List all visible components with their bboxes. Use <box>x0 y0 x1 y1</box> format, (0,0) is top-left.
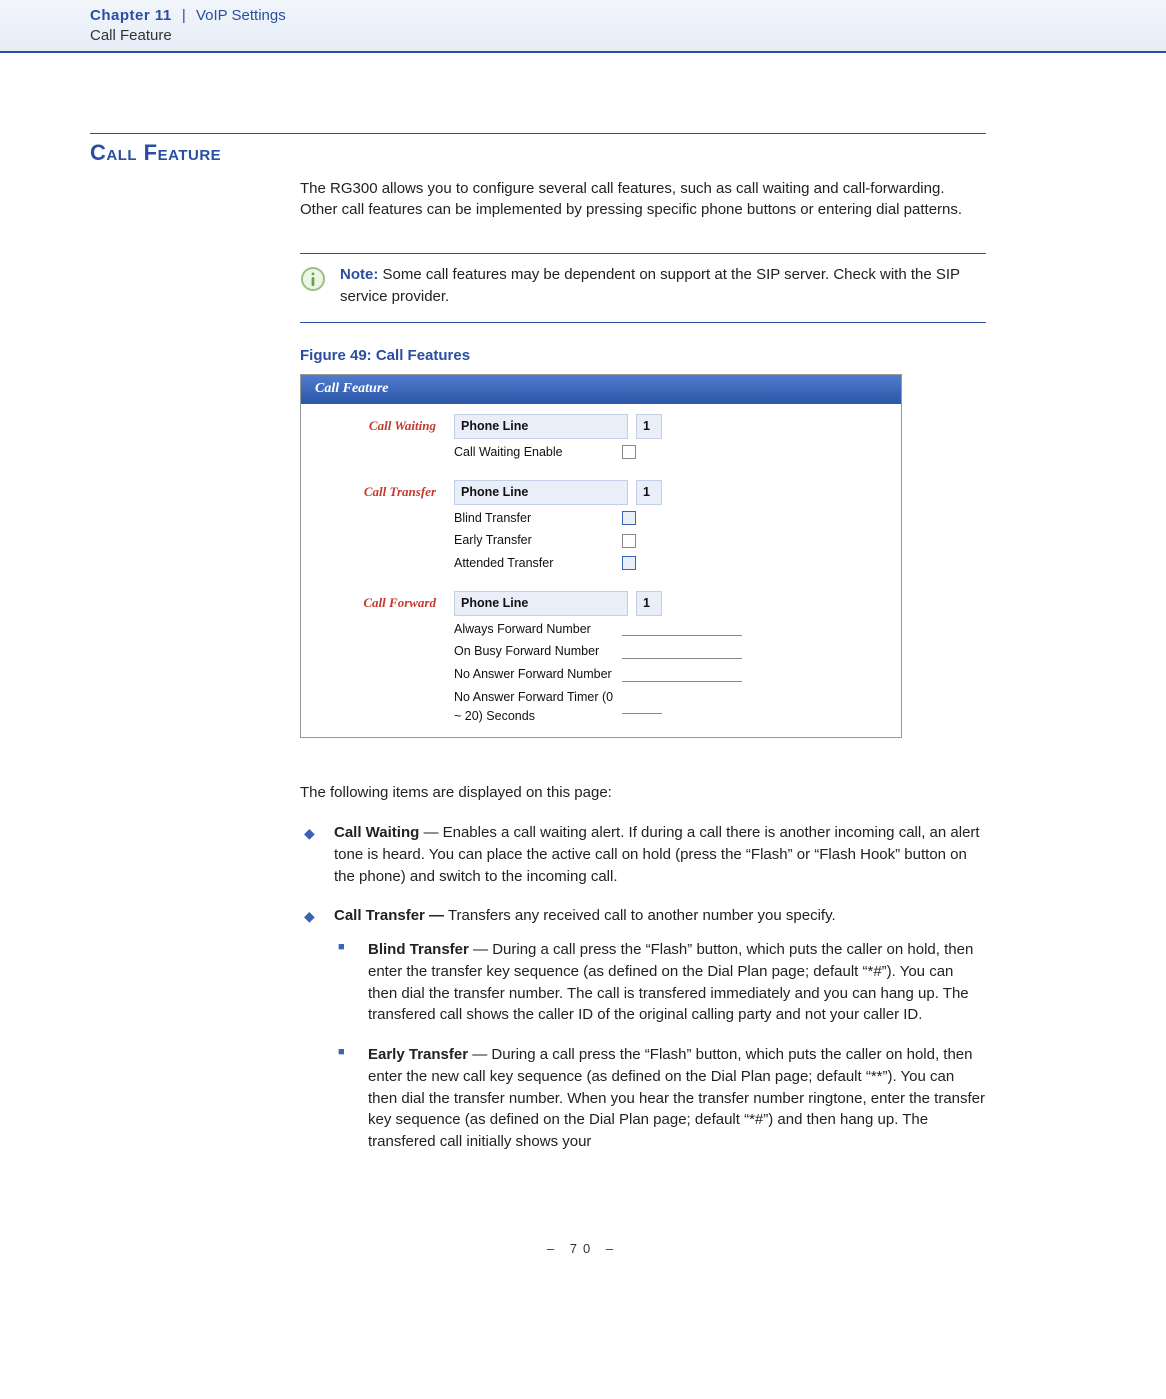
note-label: Note: <box>340 266 378 283</box>
figure-screenshot: Call Feature Call Waiting Phone Line 1 C… <box>300 374 902 738</box>
intro-paragraph: The RG300 allows you to configure severa… <box>300 178 986 222</box>
note-text: Note: Some call features may be dependen… <box>340 264 986 308</box>
info-icon <box>300 266 326 308</box>
separator: | <box>182 7 186 24</box>
page-number: – 70 – <box>0 1211 1166 1286</box>
feature-list: Call Waiting — Enables a call waiting al… <box>300 822 986 1153</box>
chapter-label: Chapter 11 <box>90 7 172 24</box>
phone-line-header: Phone Line <box>454 480 628 505</box>
list-item: Blind Transfer — During a call press the… <box>334 939 986 1026</box>
list-item: Call Transfer — Transfers any received c… <box>300 905 986 1153</box>
item-text: Transfers any received call to another n… <box>444 907 836 924</box>
rule <box>300 253 986 254</box>
note-body: Some call features may be dependent on s… <box>340 266 960 305</box>
attended-transfer-label: Attended Transfer <box>454 554 614 573</box>
feature-sublist: Blind Transfer — During a call press the… <box>334 939 986 1153</box>
noanswer-timer-label: No Answer Forward Timer (0 ~ 20) Seconds <box>454 688 614 726</box>
phone-line-value: 1 <box>636 591 662 616</box>
item-title: Call Waiting <box>334 824 419 841</box>
group-title-call-transfer: Call Transfer <box>301 478 454 575</box>
phone-line-value: 1 <box>636 480 662 505</box>
checkbox-icon[interactable] <box>622 534 636 548</box>
note-block: Note: Some call features may be dependen… <box>300 264 986 308</box>
checkbox-icon[interactable] <box>622 445 636 459</box>
figure-caption: Figure 49: Call Features <box>300 345 986 367</box>
checkbox-icon[interactable] <box>622 556 636 570</box>
section-label: VoIP Settings <box>196 7 286 24</box>
phone-line-header: Phone Line <box>454 414 628 439</box>
running-header: Chapter 11 | VoIP Settings Call Feature <box>0 0 1166 53</box>
item-title: Call Transfer — <box>334 907 444 924</box>
rule <box>90 133 986 134</box>
item-title: Early Transfer <box>368 1046 468 1063</box>
list-item: Early Transfer — During a call press the… <box>334 1044 986 1153</box>
group-title-call-forward: Call Forward <box>301 589 454 728</box>
item-text: — Enables a call waiting alert. If durin… <box>334 824 980 885</box>
rule <box>300 322 986 323</box>
early-transfer-label: Early Transfer <box>454 531 614 550</box>
onbusy-forward-label: On Busy Forward Number <box>454 642 614 661</box>
after-figure-text: The following items are displayed on thi… <box>300 782 986 804</box>
noanswer-forward-label: No Answer Forward Number <box>454 665 614 684</box>
text-input[interactable] <box>622 699 662 714</box>
group-title-call-waiting: Call Waiting <box>301 412 454 464</box>
checkbox-icon[interactable] <box>622 511 636 525</box>
phone-line-header: Phone Line <box>454 591 628 616</box>
item-title: Blind Transfer <box>368 941 469 958</box>
text-input[interactable] <box>622 644 742 659</box>
text-input[interactable] <box>622 621 742 636</box>
page-title: Call Feature <box>90 140 986 166</box>
text-input[interactable] <box>622 667 742 682</box>
panel-title: Call Feature <box>301 375 901 404</box>
always-forward-label: Always Forward Number <box>454 620 614 639</box>
blind-transfer-label: Blind Transfer <box>454 509 614 528</box>
phone-line-value: 1 <box>636 414 662 439</box>
subsection-label: Call Feature <box>90 26 1166 46</box>
list-item: Call Waiting — Enables a call waiting al… <box>300 822 986 887</box>
call-waiting-enable-label: Call Waiting Enable <box>454 443 614 462</box>
